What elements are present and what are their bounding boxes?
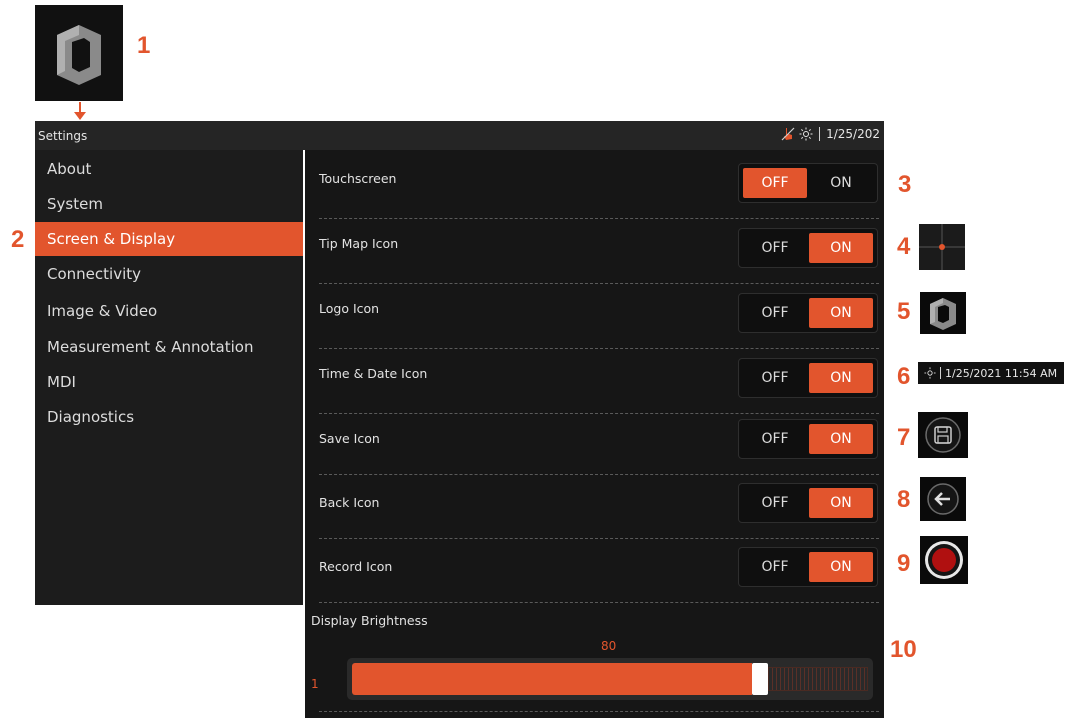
callout-8: 8: [897, 486, 911, 513]
sidebar-item-image-video[interactable]: Image & Video: [35, 294, 303, 328]
callout-3: 3: [898, 171, 912, 198]
brightness-icon: [799, 127, 813, 141]
on-option[interactable]: ON: [809, 233, 873, 263]
on-option[interactable]: ON: [809, 424, 873, 454]
status-area: 1/25/202: [781, 127, 880, 141]
row-divider: [319, 218, 879, 219]
row-divider: [319, 711, 879, 712]
brightness-slider-remaining: [768, 667, 868, 691]
save-icon: [925, 417, 961, 453]
callout-4: 4: [897, 233, 911, 260]
off-option[interactable]: OFF: [743, 233, 807, 263]
off-option[interactable]: OFF: [743, 363, 807, 393]
back-icon-toggle[interactable]: OFF ON: [738, 483, 878, 523]
setting-row-save-icon: Save Icon OFF ON: [305, 415, 884, 479]
window-title: Settings: [38, 129, 88, 143]
setting-row-touchscreen: Touchscreen OFF ON: [305, 155, 884, 219]
setting-label: Time & Date Icon: [319, 366, 428, 381]
setting-row-logo-icon: Logo Icon OFF ON: [305, 285, 884, 349]
setting-label: Record Icon: [319, 559, 393, 574]
setting-row-time-date-icon: Time & Date Icon OFF ON: [305, 350, 884, 414]
brightness-icon: [924, 367, 936, 379]
datetime-text: 1/25/202: [826, 127, 880, 141]
brightness-slider-thumb[interactable]: [752, 663, 768, 695]
setting-row-tip-map-icon: Tip Map Icon OFF ON: [305, 220, 884, 284]
setting-label: Back Icon: [319, 495, 380, 510]
setting-label: Touchscreen: [319, 171, 397, 186]
row-divider: [319, 413, 879, 414]
brightness-min-label: 1: [311, 677, 319, 691]
row-divider: [319, 474, 879, 475]
back-sample: [920, 477, 966, 521]
logo-icon: [57, 25, 101, 85]
on-option[interactable]: ON: [809, 298, 873, 328]
setting-row-record-icon: Record Icon OFF ON: [305, 543, 884, 607]
save-icon-toggle[interactable]: OFF ON: [738, 419, 878, 459]
callout-1: 1: [137, 32, 151, 59]
off-option[interactable]: OFF: [743, 424, 807, 454]
datetime-sample: 1/25/2021 11:54 AM: [918, 362, 1064, 384]
row-divider: [319, 602, 879, 603]
settings-panel: Touchscreen OFF ON Tip Map Icon OFF ON L…: [305, 150, 884, 718]
brightness-slider-fill: [352, 663, 752, 695]
off-option[interactable]: OFF: [743, 488, 807, 518]
setting-row-back-icon: Back Icon OFF ON: [305, 479, 884, 543]
record-sample: [920, 536, 968, 584]
sidebar-item-system[interactable]: System: [35, 187, 303, 221]
brightness-slider[interactable]: [347, 658, 873, 700]
callout-5: 5: [897, 298, 911, 325]
brightness-label: Display Brightness: [311, 613, 428, 628]
setting-label: Save Icon: [319, 431, 380, 446]
sidebar-item-mdi[interactable]: MDI: [35, 365, 303, 399]
time-date-icon-toggle[interactable]: OFF ON: [738, 358, 878, 398]
off-option[interactable]: OFF: [743, 552, 807, 582]
on-option[interactable]: ON: [809, 363, 873, 393]
callout-10: 10: [890, 636, 917, 663]
record-icon-toggle[interactable]: OFF ON: [738, 547, 878, 587]
callout-9: 9: [897, 550, 911, 577]
sidebar-item-measurement-annotation[interactable]: Measurement & Annotation: [35, 330, 303, 364]
sidebar-item-diagnostics[interactable]: Diagnostics: [35, 400, 303, 434]
settings-sidebar: About System Screen & Display Connectivi…: [35, 150, 303, 605]
logo-icon-toggle[interactable]: OFF ON: [738, 293, 878, 333]
logo-sample: [920, 292, 966, 334]
row-divider: [319, 283, 879, 284]
callout-7: 7: [897, 424, 911, 451]
title-bar: Settings 1/25/202: [35, 121, 884, 150]
sidebar-item-screen-display[interactable]: Screen & Display: [35, 222, 303, 256]
setting-label: Tip Map Icon: [319, 236, 399, 251]
tip-map-icon-toggle[interactable]: OFF ON: [738, 228, 878, 268]
sidebar-item-connectivity[interactable]: Connectivity: [35, 257, 303, 291]
status-separator: [819, 127, 821, 141]
on-option[interactable]: ON: [809, 168, 873, 198]
back-arrow-icon: [927, 483, 959, 515]
logo-icon: [930, 298, 956, 330]
brightness-value: 80: [601, 639, 617, 653]
save-sample: [918, 412, 968, 458]
touchscreen-toggle[interactable]: OFF ON: [738, 163, 878, 203]
touch-icon: [781, 127, 795, 141]
datetime-sample-text: 1/25/2021 11:54 AM: [945, 366, 1058, 380]
off-option[interactable]: OFF: [743, 168, 807, 198]
on-option[interactable]: ON: [809, 552, 873, 582]
arrow-head: [74, 112, 86, 120]
on-option[interactable]: ON: [809, 488, 873, 518]
crosshair-icon: [919, 224, 965, 270]
off-option[interactable]: OFF: [743, 298, 807, 328]
row-divider: [319, 538, 879, 539]
menu-logo-button[interactable]: [35, 5, 123, 101]
sidebar-item-about[interactable]: About: [35, 152, 303, 186]
callout-2: 2: [11, 226, 25, 253]
callout-6: 6: [897, 363, 911, 390]
status-separator: [940, 367, 941, 379]
row-divider: [319, 348, 879, 349]
record-icon: [925, 541, 963, 579]
setting-label: Logo Icon: [319, 301, 380, 316]
tip-map-sample: [919, 224, 965, 270]
